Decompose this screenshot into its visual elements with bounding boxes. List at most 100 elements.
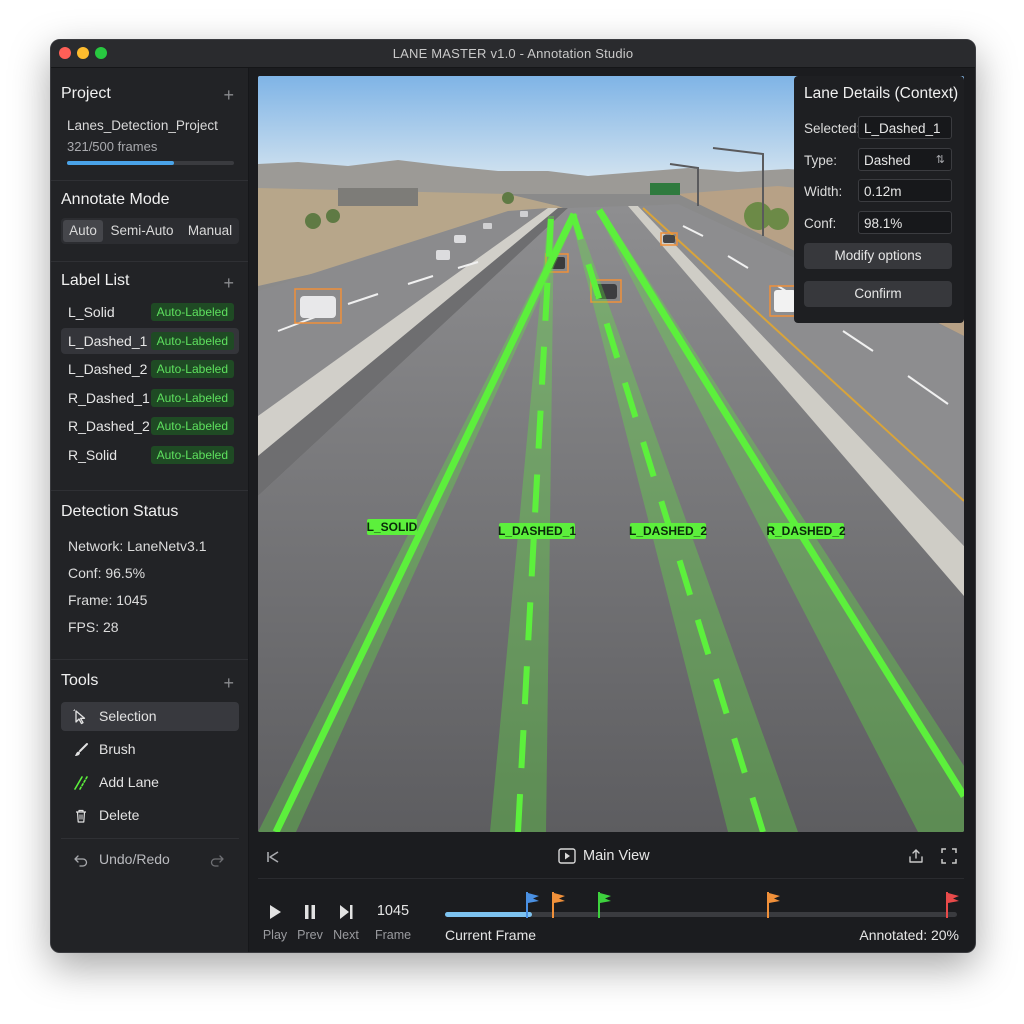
app-window: LANE MASTER v1.0 - Annotation Studio Pro… <box>50 39 976 953</box>
vehicle <box>774 290 796 312</box>
divider <box>51 180 248 181</box>
current-frame-label: Current Frame <box>445 927 537 943</box>
add-label-icon[interactable]: + <box>223 274 234 292</box>
vehicle <box>454 235 466 243</box>
view-bar: Main View <box>258 838 964 878</box>
project-frames: 321/500 frames <box>67 139 158 154</box>
annotate-mode-selector: Auto Semi-Auto Manual <box>61 218 239 244</box>
vehicle <box>520 211 528 217</box>
fps-status: FPS: 28 <box>68 619 119 635</box>
lane-tag-l-dashed-2: L_DASHED_2 <box>629 523 707 539</box>
auto-labeled-badge: Auto-Labeled <box>150 389 234 407</box>
auto-labeled-badge: Auto-Labeled <box>150 332 234 350</box>
redo-icon[interactable] <box>209 852 225 868</box>
label-name: R_Dashed_2 <box>68 418 150 434</box>
lane-tag-l-dashed-1: L_DASHED_1 <box>498 523 576 539</box>
add-lane-icon <box>74 776 88 790</box>
selected-field[interactable]: L_Dashed_1 <box>858 116 952 139</box>
auto-labeled-badge: Auto-Labeled <box>150 360 234 378</box>
timeline-marker-flag-icon[interactable] <box>766 892 781 918</box>
tool-brush[interactable]: Brush <box>61 735 239 764</box>
detection-status-heading: Detection Status <box>61 503 179 520</box>
add-project-icon[interactable]: + <box>223 86 234 104</box>
timeline-marker-flag-icon[interactable] <box>525 892 540 918</box>
width-field[interactable]: 0.12m <box>858 179 952 202</box>
highway-sign <box>650 183 680 195</box>
project-heading: Project <box>61 85 111 102</box>
chevron-updown-icon: ⇅ <box>935 154 945 166</box>
sign-gantry <box>338 188 418 206</box>
tool-label: Add Lane <box>99 774 159 790</box>
mode-auto-button[interactable]: Auto <box>63 220 103 242</box>
main-view-icon <box>558 848 576 864</box>
conf-field[interactable]: 98.1% <box>858 211 952 234</box>
undo-icon <box>74 855 88 867</box>
timeline-marker-flag-icon[interactable] <box>945 892 960 918</box>
tool-selection[interactable]: Selection <box>61 702 239 731</box>
label-item-r-solid[interactable]: R_Solid Auto-Labeled <box>61 442 239 468</box>
trash-icon <box>76 809 86 823</box>
annotated-percentage: Annotated: 20% <box>859 927 959 943</box>
prev-label: Prev <box>297 928 323 942</box>
next-label: Next <box>333 928 359 942</box>
label-item-l-dashed-1[interactable]: L_Dashed_1 Auto-Labeled <box>61 328 239 354</box>
selected-key: Selected: <box>804 121 861 136</box>
sidebar: Project + Lanes_Detection_Project 321/50… <box>51 68 249 952</box>
pause-icon[interactable] <box>303 904 317 920</box>
width-key: Width: <box>804 184 843 199</box>
window-title: LANE MASTER v1.0 - Annotation Studio <box>392 46 634 61</box>
undo-redo-label: Undo/Redo <box>99 851 170 867</box>
add-tool-icon[interactable]: + <box>223 674 234 692</box>
timeline-track[interactable] <box>445 912 957 917</box>
vehicle <box>300 296 336 318</box>
conf-key: Conf: <box>804 216 837 231</box>
export-icon[interactable] <box>908 848 924 864</box>
tool-delete[interactable]: Delete <box>61 801 239 830</box>
type-key: Type: <box>804 153 838 168</box>
type-select[interactable]: Dashed ⇅ <box>858 148 952 171</box>
lane-details-panel: Lane Details (Context) Selected: L_Dashe… <box>794 76 964 323</box>
timeline-marker-flag-icon[interactable] <box>551 892 566 918</box>
lane-tag-text: L_DASHED_1 <box>498 524 576 538</box>
label-item-r-dashed-2[interactable]: R_Dashed_2 Auto-Labeled <box>61 413 239 439</box>
frame-caption: Frame <box>374 928 412 942</box>
frame-number: 1045 <box>376 903 410 919</box>
timeline-marker-flag-icon[interactable] <box>597 892 612 918</box>
divider <box>51 490 248 491</box>
mode-semi-auto-button[interactable]: Semi-Auto <box>106 218 178 244</box>
mode-manual-button[interactable]: Manual <box>181 218 239 244</box>
vehicle <box>483 223 492 229</box>
label-item-l-dashed-2[interactable]: L_Dashed_2 Auto-Labeled <box>61 356 239 382</box>
tool-label: Brush <box>99 741 136 757</box>
transport-bar: Play Prev Next 1045 Frame Current Frame … <box>249 880 975 952</box>
lane-tag-text: R_DASHED_2 <box>766 524 846 538</box>
divider <box>51 261 248 262</box>
play-icon[interactable] <box>268 904 282 920</box>
undo-redo-button[interactable]: Undo/Redo <box>61 845 239 874</box>
main-view-label: Main View <box>583 848 650 864</box>
cursor-icon <box>73 709 86 725</box>
project-progress-track <box>67 161 234 165</box>
next-frame-icon[interactable] <box>339 904 353 920</box>
fullscreen-icon[interactable] <box>941 848 957 864</box>
label-item-r-dashed-1[interactable]: R_Dashed_1 Auto-Labeled <box>61 385 239 411</box>
lane-tag-text: L_SOLID <box>367 520 418 534</box>
tool-label: Selection <box>99 708 157 724</box>
vehicle <box>663 235 675 243</box>
skip-to-start-icon[interactable] <box>266 850 280 864</box>
main-viewport[interactable]: L_SOLID L_DASHED_1 L_DASHED_2 R_DASHED_2… <box>258 76 964 832</box>
confirm-button[interactable]: Confirm <box>804 281 952 307</box>
label-name: R_Dashed_1 <box>68 390 150 406</box>
label-item-l-solid[interactable]: L_Solid Auto-Labeled <box>61 299 239 325</box>
lane-tag-l-solid: L_SOLID <box>367 519 418 535</box>
auto-labeled-badge: Auto-Labeled <box>150 446 234 464</box>
divider <box>258 878 964 879</box>
label-name: L_Dashed_1 <box>68 333 148 349</box>
tools-heading: Tools <box>61 672 99 689</box>
annotate-mode-heading: Annotate Mode <box>61 191 170 208</box>
tool-add-lane[interactable]: Add Lane <box>61 768 239 797</box>
modify-options-button[interactable]: Modify options <box>804 243 952 269</box>
label-name: L_Dashed_2 <box>68 361 148 377</box>
lane-tag-r-dashed-2: R_DASHED_2 <box>766 523 846 539</box>
lane-details-title: Lane Details (Context) <box>804 85 959 102</box>
